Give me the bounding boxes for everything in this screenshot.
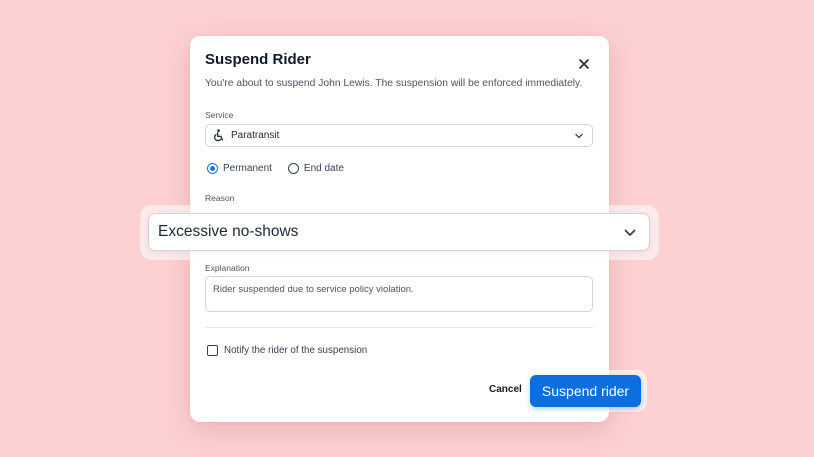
- reason-select[interactable]: Excessive no-shows: [148, 213, 650, 251]
- radio-end-date[interactable]: End date: [287, 163, 344, 174]
- dialog-title: Suspend Rider: [205, 51, 311, 68]
- reason-value: Excessive no-shows: [158, 223, 299, 240]
- service-value: Paratransit: [231, 130, 280, 141]
- service-select[interactable]: Paratransit: [205, 124, 593, 147]
- divider: [205, 327, 593, 328]
- radio-permanent[interactable]: Permanent: [207, 163, 272, 174]
- dialog-description: You're about to suspend John Lewis. The …: [205, 78, 583, 89]
- radio-label: End date: [303, 163, 344, 174]
- cancel-button[interactable]: Cancel: [489, 384, 522, 395]
- chevron-down-icon: [623, 226, 637, 240]
- notify-label: Notify the rider of the suspension: [224, 345, 368, 356]
- suspend-rider-button[interactable]: Suspend rider: [530, 375, 641, 407]
- duration-radio-group: Permanent End date: [207, 163, 360, 174]
- reason-label: Reason: [205, 193, 235, 203]
- wheelchair-icon: [212, 129, 225, 142]
- radio-indicator: [287, 163, 299, 174]
- notify-checkbox-row[interactable]: Notify the rider of the suspension: [207, 345, 367, 356]
- chevron-down-icon: [574, 131, 584, 141]
- radio-indicator: [207, 163, 218, 174]
- service-label: Service: [205, 110, 234, 120]
- explanation-textarea[interactable]: Rider suspended due to service policy vi…: [205, 276, 593, 312]
- close-button[interactable]: [574, 54, 594, 74]
- notify-checkbox[interactable]: [207, 345, 218, 356]
- close-icon: [579, 59, 589, 69]
- explanation-label: Explanation: [205, 263, 250, 273]
- radio-label: Permanent: [223, 163, 272, 174]
